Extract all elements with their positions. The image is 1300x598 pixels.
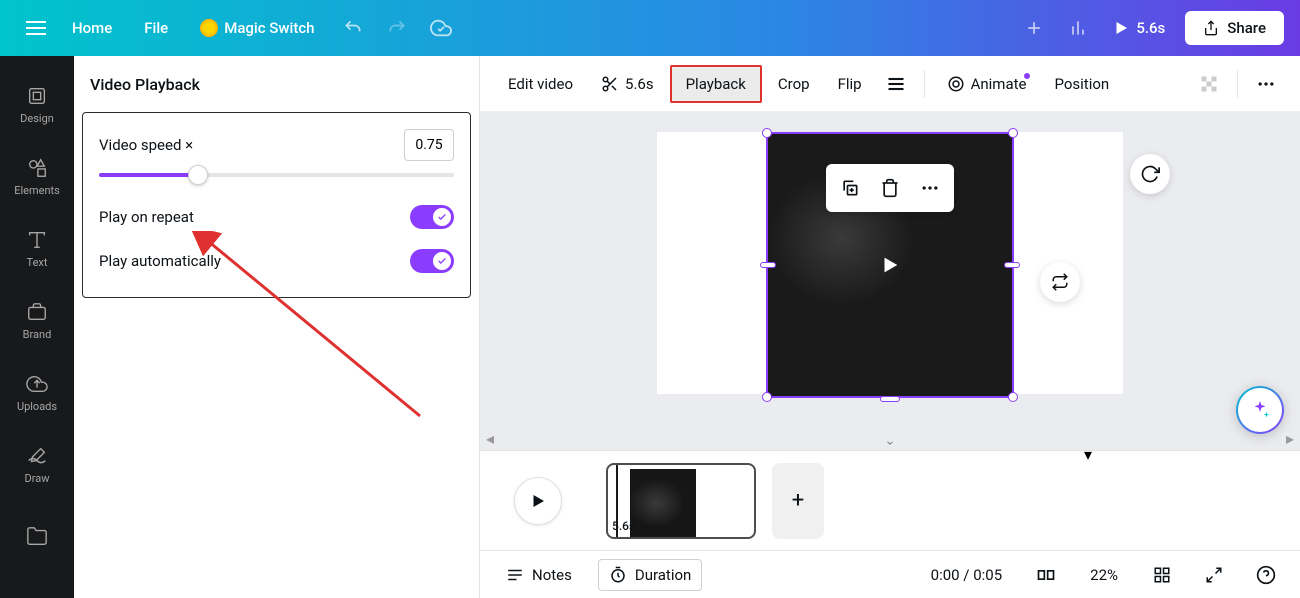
resize-handle-s[interactable] (880, 396, 900, 402)
crop-button[interactable]: Crop (766, 67, 822, 101)
timeline-clip[interactable]: 5.6s (606, 463, 756, 539)
play-icon[interactable] (879, 254, 901, 276)
clip-thumbnail (630, 469, 696, 537)
fullscreen-button[interactable] (1196, 557, 1232, 593)
grid-view-button[interactable] (1144, 557, 1180, 593)
clip-duration: 5.6s (612, 519, 635, 533)
playhead-marker[interactable]: ▾ (1084, 445, 1092, 464)
magic-switch-label: Magic Switch (224, 19, 314, 37)
text-icon (25, 228, 49, 252)
undo-button[interactable] (331, 8, 375, 48)
auto-toggle[interactable] (410, 249, 454, 273)
sidebar-design[interactable]: Design (0, 68, 74, 140)
floating-toolbar (826, 164, 954, 212)
help-button[interactable] (1248, 557, 1284, 593)
menu-button[interactable] (16, 8, 56, 48)
time-display: 0:00 / 0:05 (921, 560, 1012, 590)
slider-thumb[interactable] (188, 165, 208, 185)
home-link[interactable]: Home (56, 19, 128, 37)
swap-button[interactable] (1040, 262, 1080, 302)
uploads-icon (25, 372, 49, 396)
redo-button[interactable] (375, 8, 419, 48)
divider (924, 70, 925, 98)
present-button[interactable]: 5.6s (1100, 19, 1177, 37)
crown-icon (200, 19, 218, 37)
panel-title: Video Playback (74, 56, 479, 112)
pages-view-button[interactable] (1028, 557, 1064, 593)
resize-handle-sw[interactable] (762, 392, 772, 402)
position-button[interactable]: Position (1042, 67, 1121, 101)
add-button[interactable] (1012, 8, 1056, 48)
delete-button[interactable] (872, 170, 908, 206)
divider (1237, 70, 1238, 98)
sidebar-draw[interactable]: Draw (0, 428, 74, 500)
add-page-button[interactable]: + (772, 463, 824, 539)
auto-label: Play automatically (99, 252, 221, 270)
zoom-level[interactable]: 22% (1080, 560, 1128, 590)
resize-handle-w[interactable] (760, 262, 776, 268)
bottom-bar: Notes Duration 0:00 / 0:05 22% (480, 550, 1300, 598)
ai-assistant-button[interactable] (1236, 386, 1284, 434)
toggle-knob (433, 252, 451, 270)
file-menu[interactable]: File (128, 19, 184, 37)
playback-button[interactable]: Playback (670, 65, 762, 103)
draw-icon (25, 444, 49, 468)
analytics-button[interactable] (1056, 8, 1100, 48)
cloud-sync-icon[interactable] (419, 8, 463, 48)
brand-icon (25, 300, 49, 324)
share-button[interactable]: Share (1185, 11, 1284, 45)
list-icon[interactable] (878, 66, 914, 102)
trim-button[interactable]: 5.6s (589, 67, 666, 101)
side-panel: Video Playback Video speed × Play on rep… (74, 56, 480, 598)
resize-handle-nw[interactable] (762, 128, 772, 138)
resize-handle-se[interactable] (1008, 392, 1018, 402)
more-options-button[interactable] (912, 170, 948, 206)
sidebar-elements[interactable]: Elements (0, 140, 74, 212)
speed-slider[interactable] (99, 173, 454, 177)
scroll-left[interactable]: ◂ (486, 429, 494, 448)
canvas-viewport[interactable]: ◂ ▸ (480, 112, 1300, 450)
duration-button[interactable]: Duration (598, 559, 702, 591)
slider-fill (99, 173, 198, 177)
resize-handle-ne[interactable] (1008, 128, 1018, 138)
timeline-play-button[interactable] (514, 477, 562, 525)
notes-button[interactable]: Notes (496, 560, 582, 590)
sidebar-text[interactable]: Text (0, 212, 74, 284)
left-sidebar: Design Elements Text Brand Uploads Draw (0, 56, 74, 598)
sidebar-brand[interactable]: Brand (0, 284, 74, 356)
elements-icon (25, 156, 49, 180)
timeline: ▾ 5.6s + (480, 450, 1300, 550)
toggle-knob (433, 208, 451, 226)
present-duration: 5.6s (1136, 19, 1165, 37)
animate-button[interactable]: Animate (935, 67, 1039, 101)
sidebar-projects[interactable] (0, 500, 74, 572)
flip-button[interactable]: Flip (826, 67, 874, 101)
share-label: Share (1227, 19, 1266, 37)
folder-icon (25, 524, 49, 548)
collapse-timeline-button[interactable] (882, 438, 898, 448)
repeat-label: Play on repeat (99, 208, 194, 226)
magic-switch-button[interactable]: Magic Switch (184, 19, 330, 37)
scroll-right[interactable]: ▸ (1286, 429, 1294, 448)
context-toolbar: Edit video 5.6s Playback Crop Flip Anima… (480, 56, 1300, 112)
repeat-toggle[interactable] (410, 205, 454, 229)
regenerate-button[interactable] (1130, 154, 1170, 194)
duplicate-button[interactable] (832, 170, 868, 206)
speed-label: Video speed × (99, 136, 193, 154)
resize-handle-e[interactable] (1004, 262, 1020, 268)
more-button[interactable] (1248, 66, 1284, 102)
edit-video-button[interactable]: Edit video (496, 67, 585, 101)
sidebar-uploads[interactable]: Uploads (0, 356, 74, 428)
transparency-button[interactable] (1191, 66, 1227, 102)
speed-input[interactable] (404, 129, 454, 161)
design-icon (25, 84, 49, 108)
